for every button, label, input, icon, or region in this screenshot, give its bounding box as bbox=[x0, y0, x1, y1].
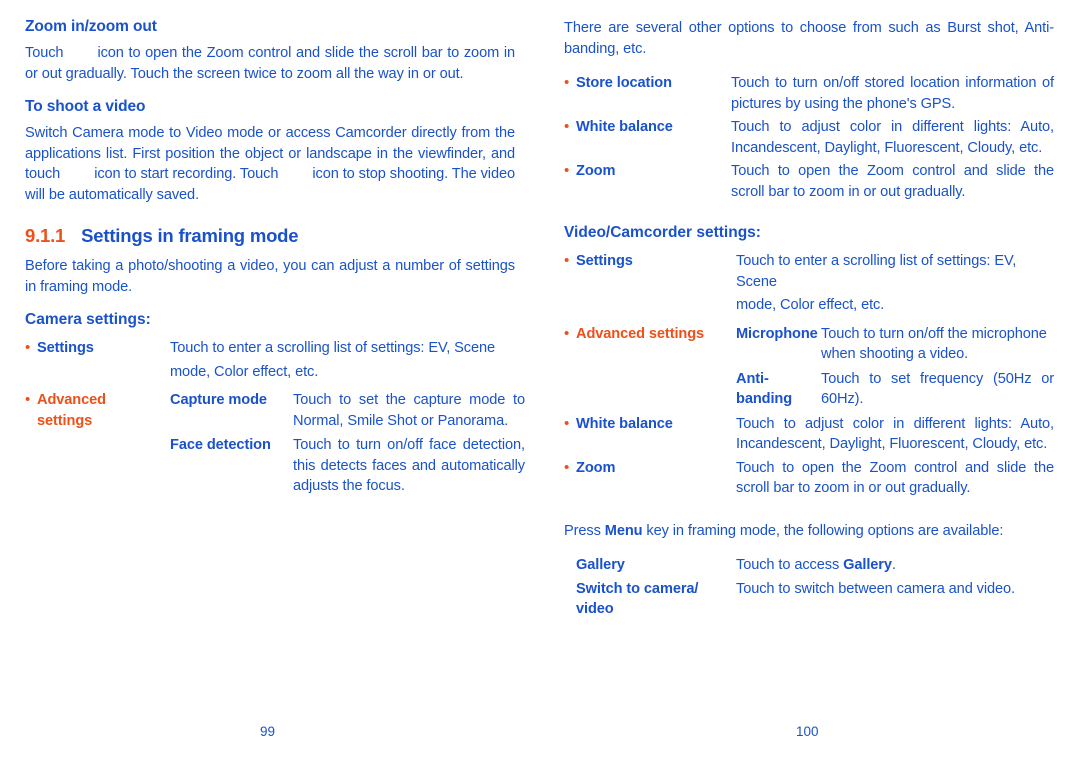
bullet-spacer: • bbox=[564, 555, 576, 576]
term-video-settings: Settings bbox=[576, 253, 633, 269]
bullet-marker: • bbox=[25, 339, 31, 356]
heading-zoom-in-zoom-out: Zoom in/zoom out bbox=[25, 18, 157, 35]
description-gallery-part-b: . bbox=[891, 557, 896, 573]
bullet-marker: • bbox=[25, 391, 31, 408]
list-item-white-balance: • White balance Touch to adjust color in… bbox=[564, 117, 1054, 158]
list-item-gallery: • Gallery Touch to access Gallery. bbox=[564, 555, 1054, 576]
bullet-spacer: • bbox=[564, 369, 576, 390]
description-gallery-part-a: Touch to access bbox=[736, 557, 844, 573]
bullet-marker: • bbox=[564, 324, 570, 342]
bullet-spacer: • bbox=[25, 362, 37, 383]
term-zoom: Zoom bbox=[576, 163, 616, 179]
paragraph-shoot-video: Switch Camera mode to Video mode or acce… bbox=[25, 123, 515, 205]
term-advanced-settings: Advanced settings bbox=[37, 390, 170, 431]
section-heading-9-1-1: 9.1.1 Settings in framing mode bbox=[25, 225, 515, 247]
bullet-marker: • bbox=[564, 74, 570, 91]
term-anti-banding-line1: Anti- bbox=[736, 370, 769, 387]
list-item-zoom: • Zoom Touch to open the Zoom control an… bbox=[564, 161, 1054, 202]
page-right: There are several other options to choos… bbox=[540, 0, 1080, 767]
description-zoom: Touch to open the Zoom control and slide… bbox=[731, 163, 1054, 200]
paragraph-zoom: Touch icon to open the Zoom control and s… bbox=[25, 43, 515, 84]
paragraph-zoom-part-a: Touch bbox=[25, 45, 64, 61]
video-settings-list: • Settings Touch to enter a scrolling li… bbox=[564, 251, 1054, 499]
list-item-video-settings: • Settings Touch to enter a scrolling li… bbox=[564, 251, 1054, 292]
camera-settings-list: • Settings Touch to enter a scrolling li… bbox=[25, 338, 525, 497]
page-left: Zoom in/zoom out Touch icon to open the Z… bbox=[0, 0, 540, 767]
bullet-marker: • bbox=[564, 252, 570, 269]
term-anti-banding: Anti-banding bbox=[736, 369, 821, 410]
term-switch-to-camera-video: Switch to camera/video bbox=[576, 579, 736, 620]
paragraph-zoom-part-b: icon to open the Zoom control and slide … bbox=[25, 45, 515, 82]
term-store-location: Store location bbox=[576, 75, 672, 91]
term-settings: Settings bbox=[37, 340, 94, 356]
description-white-balance: Touch to adjust color in different light… bbox=[731, 119, 1054, 156]
page-number-right: 100 bbox=[796, 724, 819, 739]
list-item-video-zoom: • Zoom Touch to open the Zoom control an… bbox=[564, 458, 1054, 499]
description-white-balance: Touch to adjust color in different light… bbox=[736, 415, 1054, 453]
press-menu-part-b: key in framing mode, the following optio… bbox=[642, 522, 1004, 539]
menu-key-label: Menu bbox=[604, 522, 643, 539]
paragraph-before-taking: Before taking a photo/shooting a video, … bbox=[25, 258, 515, 295]
term-advanced-settings: Advanced settings bbox=[576, 325, 705, 342]
description-gallery: Touch to access Gallery. bbox=[736, 555, 1054, 576]
description-microphone: Touch to turn on/off the microphone when… bbox=[821, 325, 1047, 363]
term-switch-line1: Switch to camera/ bbox=[576, 580, 699, 597]
list-item-face-detection: • Face detection Touch to turn on/off fa… bbox=[25, 435, 525, 497]
bullet-spacer: • bbox=[564, 579, 576, 600]
section-number: 9.1.1 bbox=[25, 225, 66, 246]
list-item-anti-banding: • Anti-banding Touch to set frequency (5… bbox=[564, 369, 1054, 410]
paragraph-press-menu: Press Menu key in framing mode, the foll… bbox=[564, 521, 1054, 542]
list-item-store-location: • Store location Touch to turn on/off st… bbox=[564, 73, 1054, 114]
bullet-marker: • bbox=[564, 118, 570, 135]
description-store-location: Touch to turn on/off stored location inf… bbox=[731, 75, 1054, 112]
bullet-marker: • bbox=[564, 162, 570, 179]
description-switch-camera-video: Touch to switch between camera and video… bbox=[736, 580, 1016, 597]
list-item-video-white-balance: • White balance Touch to adjust color in… bbox=[564, 414, 1054, 455]
left-column-content: Zoom in/zoom out Touch icon to open the Z… bbox=[25, 18, 525, 505]
description-settings-continued: mode, Color effect, etc. bbox=[170, 363, 319, 380]
description-video-settings-continued: mode, Color effect, etc. bbox=[736, 297, 885, 313]
description-video-settings: Touch to enter a scrolling list of setti… bbox=[736, 253, 1017, 290]
description-capture-mode: Touch to set the capture mode to Normal,… bbox=[293, 392, 525, 429]
term-microphone: Microphone bbox=[736, 325, 818, 342]
term-white-balance: White balance bbox=[576, 119, 673, 135]
right-column-content: There are several other options to choos… bbox=[564, 18, 1054, 628]
paragraph-other-options: There are several other options to choos… bbox=[564, 20, 1054, 57]
heading-to-shoot-a-video: To shoot a video bbox=[25, 98, 146, 115]
term-switch-line2: video bbox=[576, 601, 614, 617]
bullet-marker: • bbox=[564, 414, 570, 432]
list-item-settings: • Settings Touch to enter a scrolling li… bbox=[25, 338, 515, 359]
camera-options-list: • Store location Touch to turn on/off st… bbox=[564, 73, 1054, 202]
subheading-camera-settings: Camera settings: bbox=[25, 311, 151, 328]
term-capture-mode: Capture mode bbox=[170, 392, 267, 408]
term-zoom: Zoom bbox=[576, 459, 616, 476]
bullet-spacer: • bbox=[564, 295, 576, 316]
list-item-video-settings-continued: • mode, Color effect, etc. bbox=[564, 295, 1054, 316]
bullet-marker: • bbox=[564, 458, 570, 476]
list-item-switch-camera-video: • Switch to camera/video Touch to switch… bbox=[564, 579, 1054, 620]
description-anti-banding: Touch to set frequency (50Hz or 60Hz). bbox=[821, 370, 1054, 408]
term-white-balance: White balance bbox=[576, 415, 673, 432]
page-number-left: 99 bbox=[260, 724, 276, 739]
list-item-settings-continued: • mode, Color effect, etc. bbox=[25, 362, 515, 383]
subheading-video-camcorder-settings: Video/Camcorder settings: bbox=[564, 224, 761, 241]
term-face-detection: Face detection bbox=[170, 437, 271, 453]
description-settings: Touch to enter a scrolling list of setti… bbox=[170, 340, 496, 356]
bullet-spacer: • bbox=[25, 435, 37, 456]
term-anti-banding-line2: banding bbox=[736, 391, 793, 407]
press-menu-part-a: Press bbox=[564, 522, 605, 539]
term-gallery: Gallery bbox=[576, 557, 625, 573]
section-title: Settings in framing mode bbox=[81, 225, 299, 246]
description-face-detection: Touch to turn on/off face detection, thi… bbox=[293, 437, 525, 494]
gallery-link-label: Gallery bbox=[843, 557, 892, 573]
description-zoom: Touch to open the Zoom control and slide… bbox=[736, 459, 1054, 497]
paragraph-video-part-b: icon to start recording. Touch bbox=[94, 166, 279, 182]
list-item-video-advanced-settings: • Advanced settings Microphone Touch to … bbox=[564, 324, 1054, 365]
menu-options-list: • Gallery Touch to access Gallery. • Swi… bbox=[564, 555, 1054, 620]
term-advanced-line1: Advanced bbox=[37, 392, 106, 408]
list-item-advanced-settings: • Advanced settings Capture mode Touch to… bbox=[25, 390, 525, 431]
term-advanced-line2: settings bbox=[37, 412, 93, 429]
